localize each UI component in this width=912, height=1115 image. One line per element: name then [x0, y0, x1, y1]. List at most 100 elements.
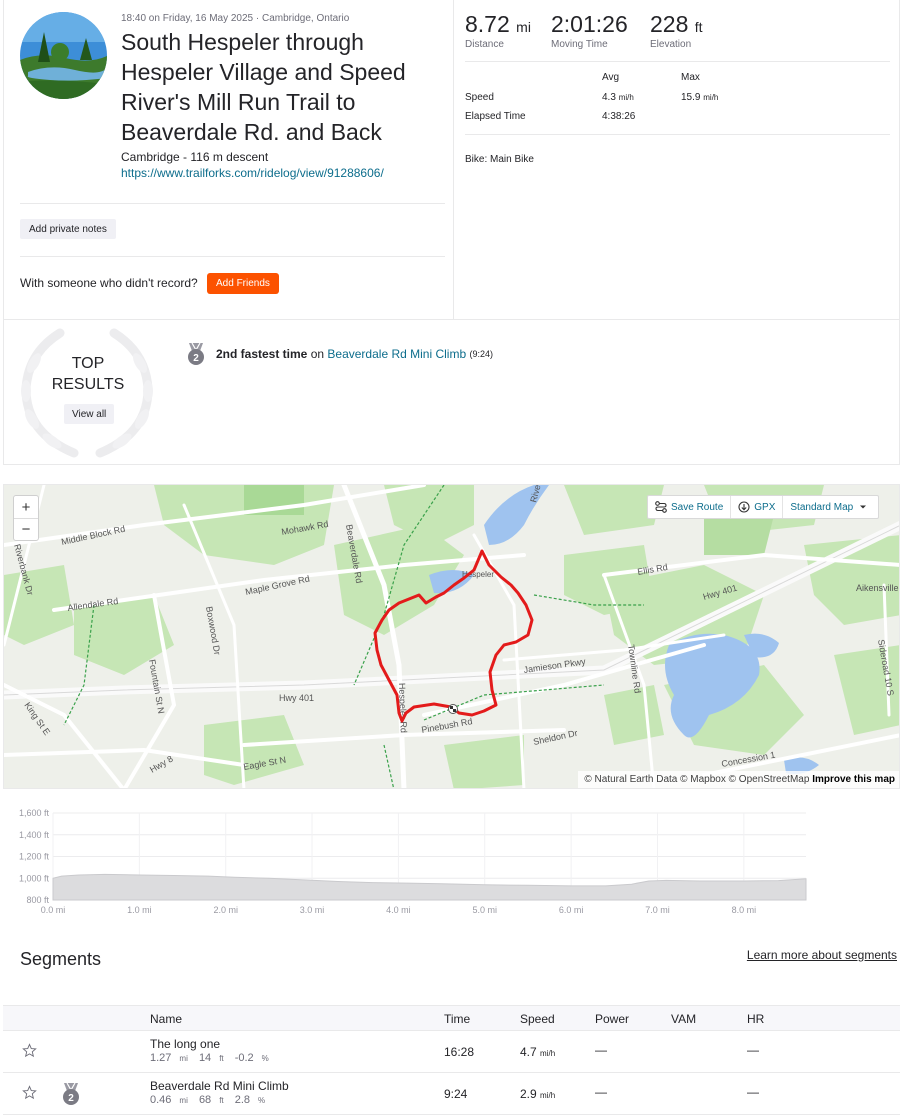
segment-meta: 1.27 mi 14 ft -0.2% [150, 1052, 269, 1064]
view-all-results-button[interactable]: View all [64, 404, 115, 424]
stat-elevation: 228 ft Elevation [650, 11, 703, 50]
distance-unit: mi [516, 19, 531, 35]
distance-label: Distance [465, 39, 504, 50]
elevation-label: Elevation [650, 39, 692, 50]
x-tick-label: 3.0 mi [300, 905, 325, 915]
segments-table-header: Name Time Speed Power VAM HR [3, 1005, 900, 1031]
add-friends-button[interactable]: Add Friends [207, 273, 279, 294]
moving-time-value: 2:01:26 [551, 11, 628, 37]
finish-flag-icon [448, 704, 458, 714]
map-style-select[interactable]: Standard Map [783, 496, 878, 518]
segment-time: 9:24 [444, 1087, 468, 1101]
speed-max: 15.9 mi/h [681, 92, 719, 103]
achievement-rank: 2nd fastest time [216, 347, 308, 361]
map-canvas[interactable]: Middle Block Rd Mohawk Rd Beaverdale Rd … [4, 485, 900, 789]
zoom-out-button[interactable]: − [14, 518, 38, 540]
bike-line: Bike: Main Bike [465, 154, 534, 165]
elevation-x-axis: 0.0 mi 1.0 mi 2.0 mi 3.0 mi 4.0 mi 5.0 mi 6.0 … [41, 905, 756, 915]
x-tick-label: 1.0 mi [127, 905, 152, 915]
zoom-in-button[interactable]: + [14, 496, 38, 518]
achievement-segment-link[interactable]: Beaverdale Rd Mini Climb [327, 347, 466, 361]
svg-text:Hwy 401: Hwy 401 [279, 693, 314, 703]
elevation-y-axis: 1,600 ft 1,400 ft 1,200 ft 1,000 ft 800 ft [19, 808, 50, 905]
avg-header: Avg [602, 72, 620, 83]
col-time[interactable]: Time [444, 1012, 470, 1026]
y-tick-label: 1,600 ft [19, 808, 50, 818]
stat-moving-time: 2:01:26 Moving Time [551, 11, 628, 50]
y-tick-label: 1,200 ft [19, 852, 50, 862]
speed-avg: 4.3 mi/h [602, 92, 634, 103]
y-tick-label: 1,400 ft [19, 830, 50, 840]
segment-speed: 2.9 mi/h [520, 1087, 556, 1101]
segments-title: Segments [20, 949, 102, 969]
table-row[interactable]: 2 Beaverdale Rd Mini Climb 0.46 mi 68 ft 2… [3, 1073, 900, 1115]
add-private-notes-button[interactable]: Add private notes [20, 219, 116, 239]
x-tick-label: 0.0 mi [41, 905, 66, 915]
y-tick-label: 1,000 ft [19, 873, 50, 883]
elapsed-row-label: Elapsed Time [465, 111, 526, 122]
activity-info-column: 18:40 on Friday, 16 May 2025 · Cambridge… [4, 0, 454, 320]
top-results-heading: TOP RESULTS [51, 355, 125, 393]
learn-more-segments-link[interactable]: Learn more about segments [747, 948, 897, 962]
improve-map-link[interactable]: Improve this map [812, 774, 895, 785]
route-map[interactable]: Middle Block Rd Mohawk Rd Beaverdale Rd … [3, 484, 900, 789]
activity-date-location: 18:40 on Friday, 16 May 2025 · Cambridge… [121, 13, 350, 24]
silver-medal-icon: 2 [188, 342, 204, 365]
moving-time-label: Moving Time [551, 39, 608, 50]
map-toolbar: Save Route GPX Standard Map [647, 495, 880, 519]
athlete-avatar[interactable] [20, 12, 107, 99]
max-header: Max [681, 72, 700, 83]
activity-title: South Hespeler through Hespeler Village … [121, 29, 406, 145]
gpx-download-button[interactable]: GPX [731, 496, 784, 518]
table-row[interactable]: The long one 1.27 mi 14 ft -0.2% 16:28 4.7… [3, 1031, 900, 1073]
elapsed-avg: 4:38:26 [602, 111, 636, 122]
divider [20, 203, 445, 204]
caret-down-icon [860, 505, 867, 509]
achievement-item: 2 2nd fastest time on Beaverdale Rd Mini… [186, 342, 493, 366]
silver-medal-icon: 2 [63, 1082, 79, 1105]
svg-text:Aikensville: Aikensville [856, 583, 899, 593]
friends-prompt: With someone who didn't record? [20, 276, 198, 290]
route-icon [655, 501, 667, 513]
stats-column: 8.72 mi Distance 2:01:26 Moving Time 228… [465, 0, 890, 320]
top-results-card: TOP RESULTS View all 2 2nd fastest time … [3, 319, 900, 465]
svg-text:2: 2 [193, 353, 199, 364]
achievement-on: on [310, 347, 325, 361]
activity-summary-card: 18:40 on Friday, 16 May 2025 · Cambridge… [3, 0, 900, 320]
segment-power: — [595, 1085, 607, 1099]
map-attribution: © Natural Earth Data © Mapbox © OpenStre… [578, 771, 899, 788]
elevation-value: 228 [650, 11, 689, 37]
star-icon[interactable] [22, 1043, 37, 1058]
col-name[interactable]: Name [150, 1012, 182, 1026]
x-tick-label: 4.0 mi [386, 905, 411, 915]
y-tick-label: 800 ft [26, 895, 49, 905]
star-icon[interactable] [22, 1085, 37, 1100]
col-hr[interactable]: HR [747, 1012, 764, 1026]
speed-row-label: Speed [465, 92, 494, 103]
segment-power: — [595, 1043, 607, 1057]
divider [20, 256, 445, 257]
segment-name-link[interactable]: The long one [150, 1037, 220, 1051]
col-speed[interactable]: Speed [520, 1012, 555, 1026]
segment-meta: 0.46 mi 68 ft 2.8% [150, 1094, 266, 1106]
x-tick-label: 7.0 mi [645, 905, 670, 915]
segment-hr: — [747, 1043, 759, 1057]
zoom-control: + − [13, 495, 39, 541]
elevation-unit: ft [694, 19, 703, 35]
segment-hr: — [747, 1085, 759, 1099]
save-route-button[interactable]: Save Route [648, 496, 732, 518]
segments-section: Segments Learn more about segments Name … [3, 930, 900, 1115]
x-tick-label: 2.0 mi [213, 905, 238, 915]
x-tick-label: 8.0 mi [732, 905, 757, 915]
download-icon [738, 501, 750, 513]
elevation-chart[interactable]: 1,600 ft 1,400 ft 1,200 ft 1,000 ft 800 ft 0… [3, 789, 900, 924]
activity-location-descent: Cambridge - 116 m descent [121, 150, 269, 164]
col-power[interactable]: Power [595, 1012, 629, 1026]
achievement-time: (9:24) [469, 349, 493, 359]
elevation-profile-card: 1,600 ft 1,400 ft 1,200 ft 1,000 ft 800 ft 0… [3, 789, 900, 924]
divider [465, 61, 890, 62]
col-vam[interactable]: VAM [671, 1012, 696, 1026]
divider [465, 134, 890, 135]
segment-name-link[interactable]: Beaverdale Rd Mini Climb [150, 1079, 289, 1093]
trailforks-link[interactable]: https://www.trailforks.com/ridelog/view/… [121, 166, 384, 180]
